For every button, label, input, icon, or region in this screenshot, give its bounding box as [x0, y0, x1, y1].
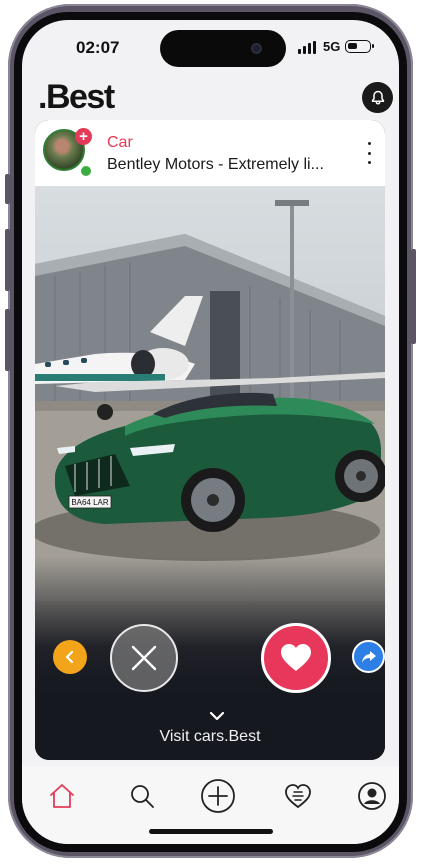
- profile-icon: [358, 782, 386, 810]
- camera-icon: [251, 43, 262, 54]
- tab-profile[interactable]: [354, 778, 390, 814]
- verified-dot: [80, 165, 92, 177]
- chevron-down-icon[interactable]: [209, 708, 225, 726]
- add-icon: [201, 779, 235, 813]
- visit-link[interactable]: Visit cars.Best: [35, 728, 385, 746]
- post-header: + Car Bentley Motors - Extremely li...: [35, 120, 385, 186]
- tab-add[interactable]: [200, 778, 236, 814]
- notifications-button[interactable]: [362, 82, 393, 113]
- post-category[interactable]: Car: [107, 134, 133, 152]
- screen: 02:07 5G .Best + Car Bentley Motors - Ex…: [22, 20, 399, 844]
- post-title[interactable]: Bentley Motors - Extremely li...: [107, 156, 324, 174]
- heart-icon: [281, 644, 311, 671]
- app-header: .Best: [22, 78, 399, 120]
- app-logo[interactable]: .Best: [38, 78, 115, 117]
- dislike-button[interactable]: [110, 624, 178, 692]
- home-icon: [50, 784, 74, 808]
- dynamic-island: [160, 30, 286, 67]
- tab-home[interactable]: [44, 778, 80, 814]
- search-icon: [131, 785, 154, 808]
- close-icon: [131, 645, 157, 671]
- status-bar: 02:07 5G: [22, 20, 399, 74]
- home-indicator: [149, 829, 273, 834]
- battery-icon: [345, 40, 374, 53]
- tab-favorites[interactable]: [280, 778, 316, 814]
- post-image[interactable]: BA64 LAR: [35, 186, 385, 760]
- action-button: [5, 174, 10, 204]
- share-arrow-icon: [361, 650, 376, 663]
- share-button[interactable]: [352, 640, 385, 673]
- post-card: + Car Bentley Motors - Extremely li... B…: [35, 120, 385, 760]
- volume-down-button: [5, 309, 10, 371]
- more-vertical-icon[interactable]: [363, 142, 375, 164]
- signal-icon: [298, 41, 318, 54]
- status-time: 02:07: [76, 38, 120, 57]
- license-plate: BA64 LAR: [71, 498, 109, 507]
- like-button[interactable]: [261, 623, 331, 693]
- volume-up-button: [5, 229, 10, 291]
- favorites-icon: [285, 784, 311, 809]
- chevron-left-icon: [65, 650, 74, 664]
- bell-icon: [371, 90, 384, 105]
- network-label: 5G: [323, 39, 341, 54]
- plus-icon[interactable]: +: [75, 128, 92, 145]
- power-button: [411, 249, 416, 344]
- tab-search[interactable]: [124, 778, 160, 814]
- back-button[interactable]: [53, 640, 87, 674]
